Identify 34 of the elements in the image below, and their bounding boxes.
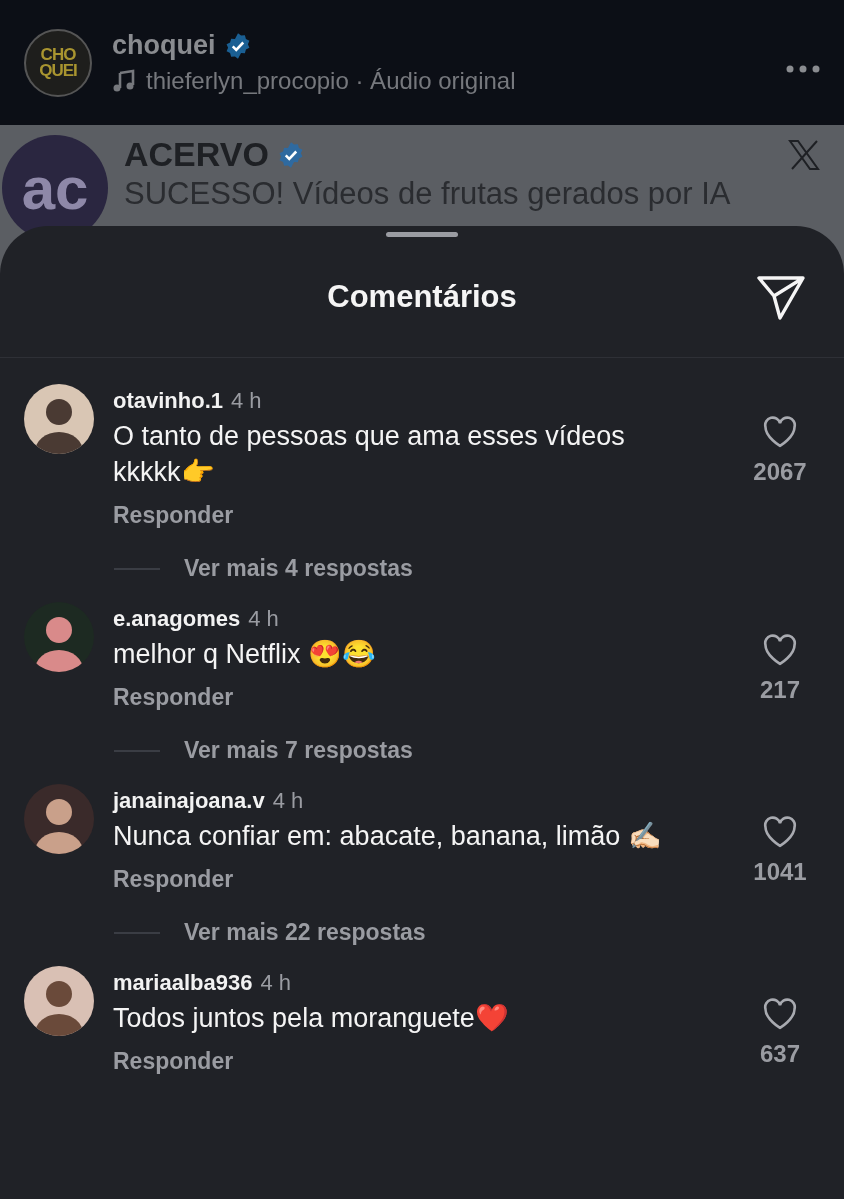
like-count: 637: [759, 1040, 800, 1068]
view-replies-link[interactable]: Ver mais 22 respostas: [184, 919, 426, 946]
reply-link[interactable]: Responder: [113, 684, 234, 711]
view-replies-link[interactable]: Ver mais 7 respostas: [184, 737, 413, 764]
username[interactable]: janainajoana.v: [113, 788, 265, 814]
comment-time: 4 h: [272, 788, 304, 814]
view-replies-link[interactable]: Ver mais 4 respostas: [184, 555, 413, 582]
heart-icon[interactable]: [762, 416, 798, 448]
comment-text: Todos juntos pela moranguete❤: [113, 1002, 510, 1035]
comment-text: Nunca confiar em: abacate, banana, limão ✍🏻: [113, 820, 663, 853]
account-logo[interactable]: CHO QUEI: [24, 28, 92, 97]
username[interactable]: e.anagomes: [113, 606, 241, 632]
audio-label[interactable]: thieferlyn_procopio · Áudio original: [146, 67, 516, 95]
comment-text: O tanto de pessoas que ama esses vídeos kkkkk👉: [113, 420, 626, 489]
comment-time: 4 h: [231, 388, 262, 414]
x-logo-icon: [788, 139, 820, 170]
heart-icon[interactable]: [762, 634, 798, 666]
sheet-title: Comentários: [327, 279, 517, 315]
account-name[interactable]: choquei: [112, 30, 216, 61]
reply-link[interactable]: Responder: [113, 1048, 234, 1075]
reply-link[interactable]: Responder: [113, 866, 234, 893]
reply-link[interactable]: Responder: [113, 502, 234, 529]
username[interactable]: mariaalba936: [113, 970, 253, 996]
heart-icon[interactable]: [762, 816, 798, 848]
comment-text: melhor q Netflix 😍😂: [113, 638, 378, 671]
like-count: 1041: [753, 858, 807, 886]
like-count: 2067: [753, 458, 807, 486]
heart-icon[interactable]: [762, 998, 798, 1030]
username[interactable]: otavinho.1: [113, 388, 223, 414]
comment-time: 4 h: [248, 606, 279, 632]
post-author: ACERVO: [124, 135, 269, 174]
comment-time: 4 h: [260, 970, 292, 996]
like-count: 217: [759, 676, 800, 704]
music-note-icon: [112, 69, 136, 93]
